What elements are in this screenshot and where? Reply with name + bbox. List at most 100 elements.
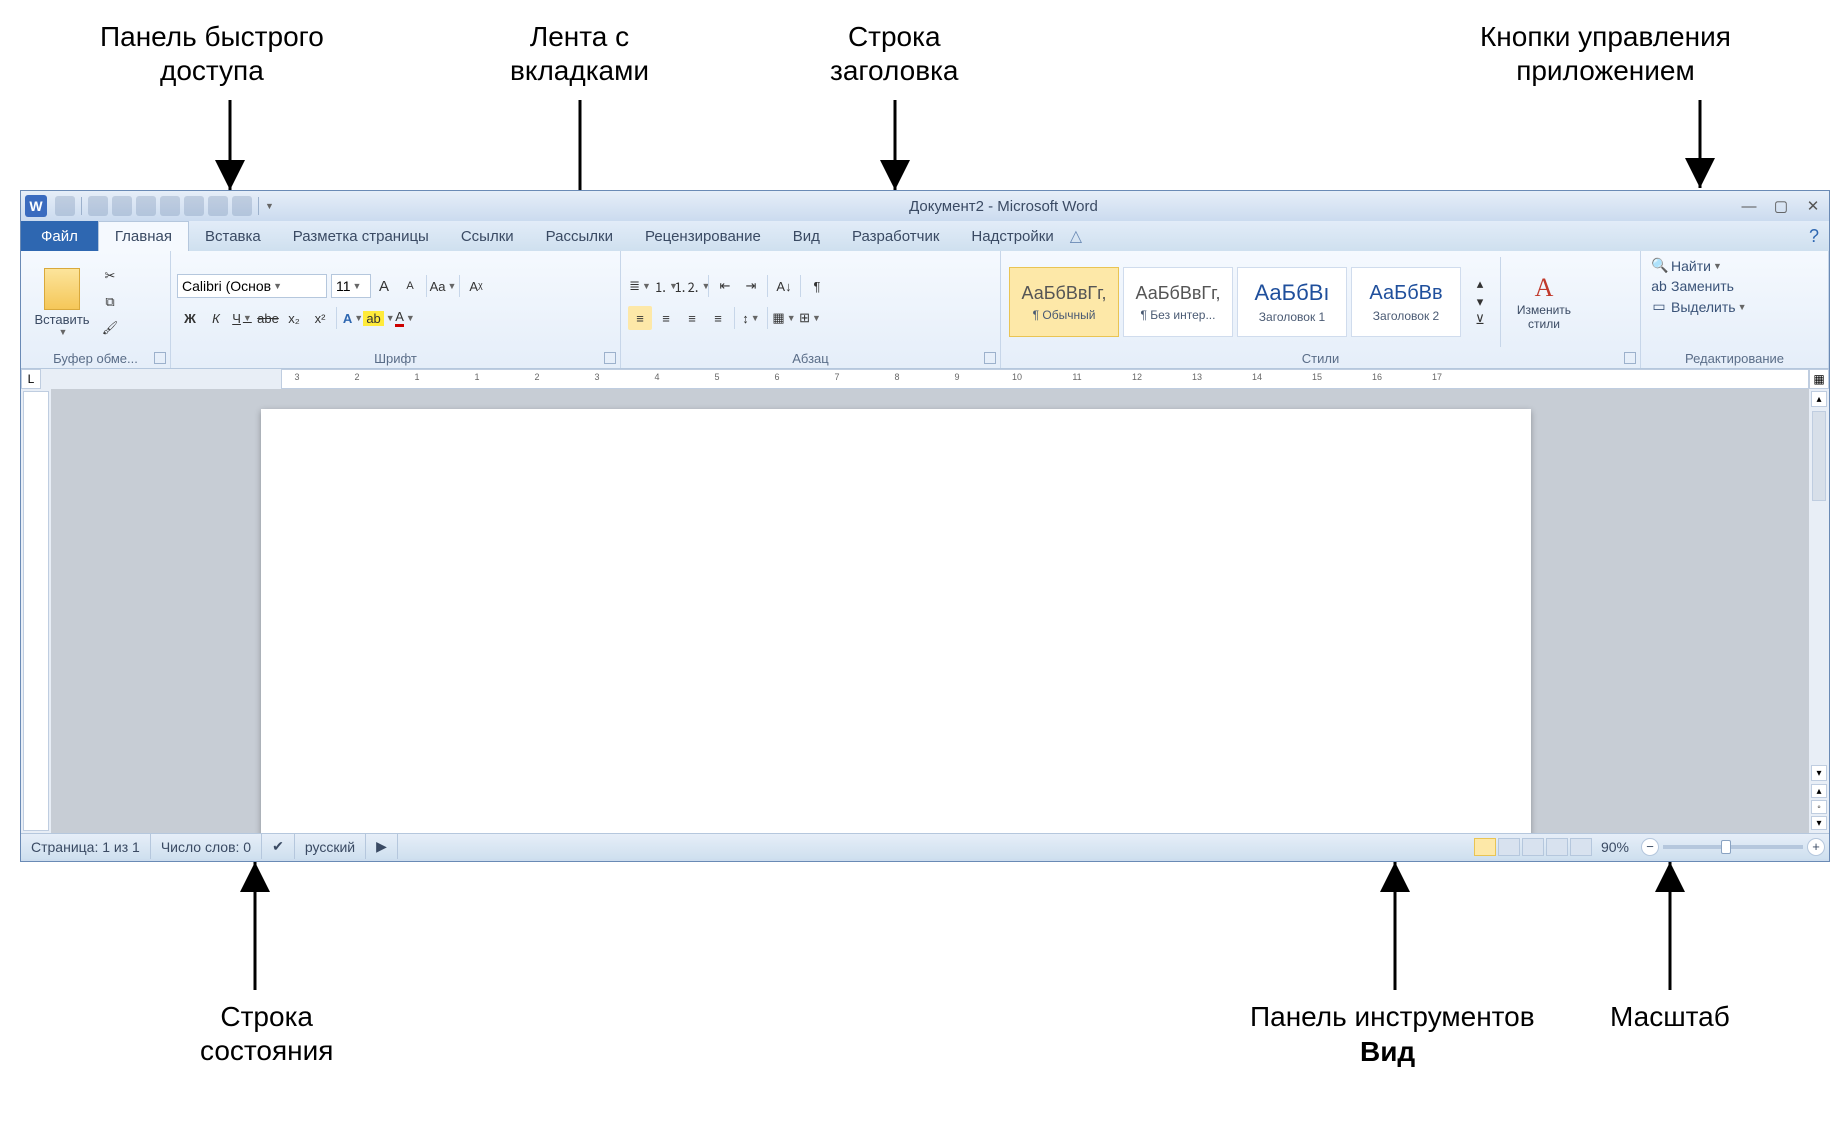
align-right-button[interactable]: ≡ [680,306,704,330]
scroll-down-button[interactable]: ▾ [1811,765,1827,781]
scroll-up-button[interactable]: ▴ [1811,391,1827,407]
show-marks-button[interactable]: ¶ [805,274,829,298]
italic-button[interactable]: К [204,306,228,330]
highlight-button[interactable]: ab▼ [367,306,391,330]
view-draft[interactable] [1570,838,1592,856]
status-macro[interactable]: ▶ [366,834,398,859]
line-spacing-button[interactable]: ↕▼ [739,306,763,330]
subscript-button[interactable]: x₂ [282,306,306,330]
view-full-screen[interactable] [1498,838,1520,856]
qat-btn-5[interactable] [184,196,204,216]
change-case-button[interactable]: Aa▼ [431,274,455,298]
view-web-layout[interactable] [1522,838,1544,856]
align-left-button[interactable]: ≡ [628,306,652,330]
tab-mailings[interactable]: Рассылки [530,221,629,251]
help-icon[interactable]: ? [1809,226,1819,247]
vertical-scrollbar[interactable]: ▴ ▾ ▴ ◦ ▾ [1809,389,1829,833]
copy-button[interactable]: ⧉ [98,290,122,314]
styles-launcher[interactable] [1624,352,1636,364]
scroll-thumb[interactable] [1812,411,1826,501]
shrink-font-button[interactable]: A [398,274,422,298]
increase-indent-button[interactable]: ⇥ [739,274,763,298]
shading-button[interactable]: ▦▼ [772,306,796,330]
strike-button[interactable]: abe [256,306,280,330]
replace-button[interactable]: abЗаменить [1647,276,1822,296]
qat-btn-3[interactable] [136,196,156,216]
select-browse-object-button[interactable]: ◦ [1811,800,1827,814]
align-center-button[interactable]: ≡ [654,306,678,330]
superscript-button[interactable]: x² [308,306,332,330]
tab-developer[interactable]: Разработчик [836,221,955,251]
paste-dropdown[interactable]: ▼ [59,327,68,337]
paste-icon[interactable] [44,268,80,310]
tab-references[interactable]: Ссылки [445,221,530,251]
font-launcher[interactable] [604,352,616,364]
qat-save-icon[interactable] [55,196,75,216]
style-heading2[interactable]: АаБбВв Заголовок 2 [1351,267,1461,337]
change-styles-icon[interactable]: A [1535,273,1554,303]
status-words[interactable]: Число слов: 0 [151,834,262,859]
format-painter-button[interactable]: 🖌 [98,316,122,340]
bullets-button[interactable]: ≣▼ [628,274,652,298]
zoom-level[interactable]: 90% [1601,839,1629,855]
grow-font-button[interactable]: A [372,274,396,298]
view-print-layout[interactable] [1474,838,1496,856]
tab-review[interactable]: Рецензирование [629,221,777,251]
maximize-button[interactable]: ▢ [1769,197,1793,215]
status-language[interactable]: русский [295,834,366,859]
next-object-button[interactable]: ▾ [1811,816,1827,830]
multilevel-button[interactable]: ⒈⒉▼ [680,274,704,298]
status-proofing[interactable]: ✔ [262,834,295,859]
close-button[interactable]: ✕ [1801,197,1825,215]
view-outline[interactable] [1546,838,1568,856]
qat-sep [81,197,82,215]
clear-formatting-button[interactable]: Aᵡ [464,274,488,298]
tab-view[interactable]: Вид [777,221,836,251]
qat-undo-button[interactable] [88,196,108,216]
styles-row-down[interactable]: ▾ [1468,294,1492,310]
zoom-in-button[interactable]: + [1807,838,1825,856]
zoom-out-button[interactable]: − [1641,838,1659,856]
style-no-spacing[interactable]: АаБбВвГг, ¶ Без интер... [1123,267,1233,337]
qat-btn-7[interactable] [232,196,252,216]
tab-page-layout[interactable]: Разметка страницы [277,221,445,251]
styles-expand[interactable]: ⊻ [1468,312,1492,328]
font-name-combo[interactable]: Calibri (Основ▼ [177,274,327,298]
font-size-combo[interactable]: 11▼ [331,274,371,298]
underline-button[interactable]: Ч▼ [230,306,254,330]
qat-btn-6[interactable] [208,196,228,216]
ruler-toggle[interactable]: ▦ [1809,369,1829,389]
style-normal[interactable]: АаБбВвГг, ¶ Обычный [1009,267,1119,337]
text-effects-button[interactable]: A▼ [341,306,365,330]
prev-object-button[interactable]: ▴ [1811,784,1827,798]
borders-button[interactable]: ⊞▼ [798,306,822,330]
select-button[interactable]: ▭Выделить▼ [1647,296,1822,317]
qat-customize-dropdown[interactable]: ▼ [265,201,274,211]
paragraph-launcher[interactable] [984,352,996,364]
cut-button[interactable]: ✂ [98,264,122,288]
horizontal-ruler[interactable]: 3211234567891011121314151617 [41,369,1809,389]
tab-home[interactable]: Главная [98,221,189,251]
minimize-button[interactable]: — [1737,197,1761,215]
styles-row-up[interactable]: ▴ [1468,276,1492,292]
tab-insert[interactable]: Вставка [189,221,277,251]
minimize-ribbon-icon[interactable]: △ [1070,226,1082,246]
zoom-slider[interactable] [1663,845,1803,849]
find-button[interactable]: 🔍Найти▼ [1647,255,1822,276]
sort-button[interactable]: A↓ [772,274,796,298]
qat-redo-button[interactable] [112,196,132,216]
tab-selector[interactable]: L [21,369,41,389]
qat-btn-4[interactable] [160,196,180,216]
vertical-ruler[interactable] [21,389,51,833]
bold-button[interactable]: Ж [178,306,202,330]
status-page[interactable]: Страница: 1 из 1 [21,834,151,859]
tab-file[interactable]: Файл [21,221,98,251]
tab-addins[interactable]: Надстройки [955,221,1069,251]
document-area[interactable] [51,389,1809,833]
clipboard-launcher[interactable] [154,352,166,364]
style-heading1[interactable]: АаБбВı Заголовок 1 [1237,267,1347,337]
justify-button[interactable]: ≡ [706,306,730,330]
decrease-indent-button[interactable]: ⇤ [713,274,737,298]
callout-status-bar: Строка состояния [200,1000,333,1067]
font-color-button[interactable]: A▼ [393,306,417,330]
